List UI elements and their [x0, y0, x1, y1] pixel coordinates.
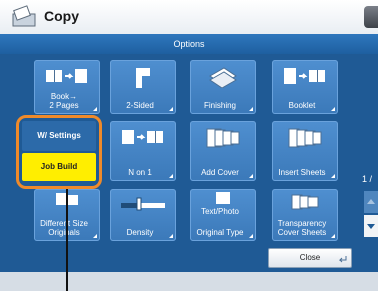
job-build-settings-button[interactable]: W/ Settings: [22, 121, 96, 151]
tile-corner-icon: [331, 174, 335, 178]
n-on-1-label: N on 1: [128, 168, 152, 177]
booklet-button[interactable]: Booklet: [272, 60, 338, 114]
transparency-cover-sheets-button[interactable]: Transparency Cover Sheets: [272, 189, 338, 241]
tile-corner-icon: [169, 107, 173, 111]
close-button[interactable]: Close: [268, 248, 352, 268]
scroll-up-button[interactable]: [364, 191, 378, 213]
copy-app-icon: [12, 5, 36, 27]
density-button[interactable]: Density: [110, 189, 176, 241]
book-2pages-icon: [46, 69, 87, 83]
arrow-up-icon: [367, 199, 375, 204]
density-icon: [121, 197, 165, 211]
tile-corner-icon: [249, 107, 253, 111]
tile-corner-icon: [331, 107, 335, 111]
finishing-label: Finishing: [203, 101, 236, 110]
status-monitor-button[interactable]: [364, 6, 378, 28]
n-on-1-icon: [122, 130, 163, 144]
tile-corner-icon: [331, 234, 335, 238]
tile-corner-icon: [169, 234, 173, 238]
return-icon: [339, 256, 347, 263]
tile-corner-icon: [93, 234, 97, 238]
n-on-1-button[interactable]: N on 1: [110, 121, 176, 181]
bottom-status-bar: [0, 272, 378, 291]
original-type-label: Original Type: [196, 228, 244, 237]
original-type-button[interactable]: Text/Photo Original Type: [190, 189, 256, 241]
2-sided-icon: [136, 68, 150, 88]
transparency-cover-sheets-label: Transparency Cover Sheets: [277, 219, 327, 237]
tile-corner-icon: [93, 107, 97, 111]
window-title: Copy: [44, 8, 79, 24]
insert-sheets-icon: [288, 128, 322, 148]
insert-sheets-label: Insert Sheets: [278, 168, 326, 177]
options-title: Options: [0, 34, 378, 54]
booklet-icon: [284, 68, 325, 84]
finishing-button[interactable]: Finishing: [190, 60, 256, 114]
job-build-button[interactable]: Job Build: [22, 153, 96, 181]
original-type-icon: [216, 192, 230, 204]
close-label: Close: [299, 253, 321, 262]
finishing-icon: [209, 67, 237, 88]
add-cover-label: Add Cover: [201, 168, 239, 177]
arrow-down-icon: [367, 224, 375, 229]
callout-pointer-line: [66, 189, 68, 291]
scroll-down-button[interactable]: [364, 215, 378, 237]
page-indicator: 1 /: [362, 174, 373, 184]
insert-sheets-button[interactable]: Insert Sheets: [272, 121, 338, 181]
tile-corner-icon: [249, 174, 253, 178]
transparency-cover-sheets-icon: [291, 194, 319, 210]
density-label: Density: [126, 228, 154, 237]
booklet-label: Booklet: [288, 101, 316, 110]
add-cover-icon: [206, 128, 240, 148]
tile-corner-icon: [169, 174, 173, 178]
book-to-2-pages-button[interactable]: Book→ 2 Pages: [34, 60, 100, 114]
tile-corner-icon: [249, 234, 253, 238]
text-photo-label: Text/Photo: [201, 207, 239, 216]
book-to-2-pages-label: Book→ 2 Pages: [49, 92, 79, 110]
title-bar: Copy: [0, 0, 378, 35]
different-size-originals-label: Different Size Originals: [40, 219, 88, 237]
add-cover-button[interactable]: Add Cover: [190, 121, 256, 181]
2-sided-button[interactable]: 2-Sided: [110, 60, 176, 114]
2-sided-label: 2-Sided: [126, 101, 154, 110]
